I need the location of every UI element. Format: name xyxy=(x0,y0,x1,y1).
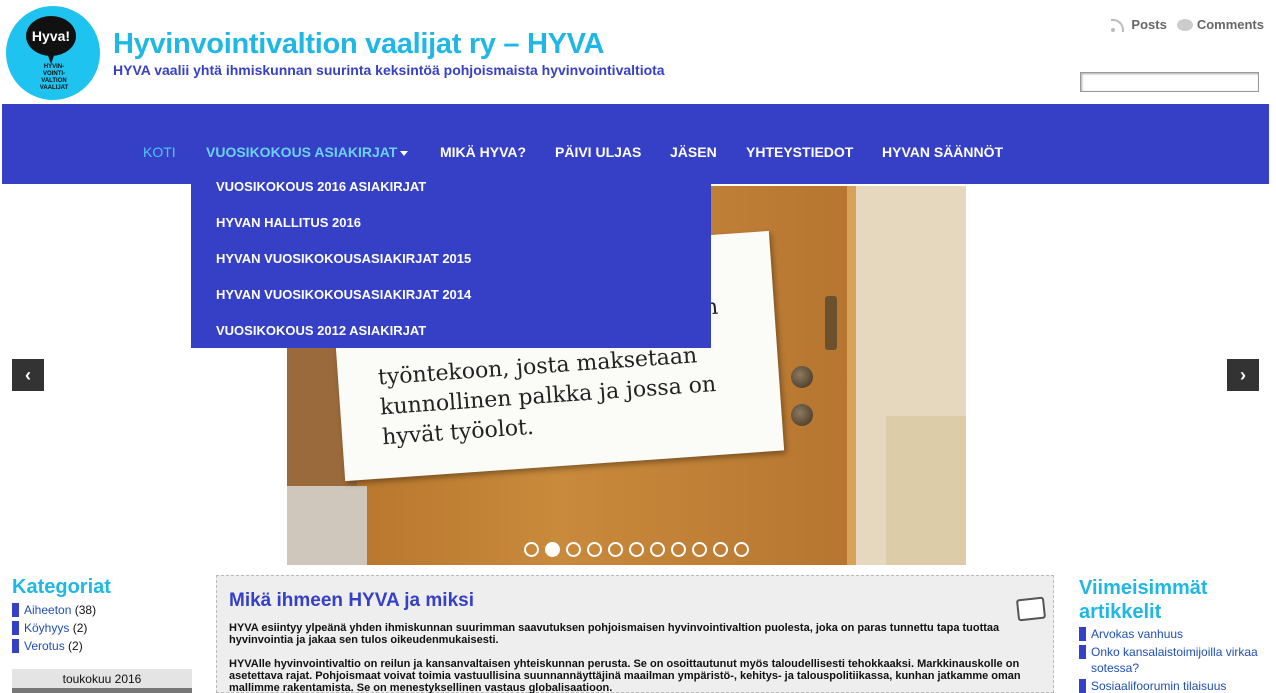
category-link-aiheeton[interactable]: Aiheeton xyxy=(24,601,71,619)
slider-dot[interactable] xyxy=(692,542,707,557)
site-title[interactable]: Hyvinvointivaltion vaalijat ry – HYVA xyxy=(113,28,605,61)
site-description: HYVA vaalii yhtä ihmiskunnan suurinta ke… xyxy=(113,62,665,78)
comment-bubble-icon xyxy=(1176,18,1193,31)
list-bullet xyxy=(1079,627,1086,641)
dropdown-item-vuosikokous-2015[interactable]: HYVAN VUOSIKOKOUSASIAKIRJAT 2015 xyxy=(216,251,471,266)
search-input[interactable] xyxy=(1080,72,1259,92)
wall-shadow xyxy=(886,416,966,565)
category-link-verotus[interactable]: Verotus xyxy=(24,637,65,655)
slider-dot[interactable] xyxy=(650,542,665,557)
door-knob-upper xyxy=(791,366,813,388)
door-hinge xyxy=(825,296,837,350)
slider-dot[interactable] xyxy=(734,542,749,557)
category-item: Köyhyys (2) xyxy=(12,619,192,637)
slider-prev-button[interactable]: ‹ xyxy=(12,359,44,391)
logo-small-text: HYVIN- VOINTI- VALTION VAALIJAT xyxy=(39,64,69,91)
slider-dot[interactable] xyxy=(671,542,686,557)
feed-links: Posts Comments xyxy=(1111,17,1264,32)
comments-feed-link[interactable]: Comments xyxy=(1176,17,1264,32)
nav-item-yhteystiedot[interactable]: YHTEYSTIEDOT xyxy=(746,144,853,160)
recent-post-link[interactable]: Sosiaalifoorumin tilaisuus xyxy=(1091,678,1226,693)
dropdown-item-vuosikokous-2014[interactable]: HYVAN VUOSIKOKOUSASIAKIRJAT 2014 xyxy=(216,287,471,302)
list-item: Onko kansalaistoimijoilla virkaa sotessa… xyxy=(1079,644,1269,676)
nav-item-vuosikokous[interactable]: VUOSIKOKOUS ASIAKIRJAT xyxy=(206,144,409,160)
recent-posts-title: Viimeisimmät artikkelit xyxy=(1079,577,1208,623)
slider-dot[interactable] xyxy=(524,542,539,557)
slider-dot-active[interactable] xyxy=(545,542,560,557)
recent-posts-list: Arvokas vanhuus Onko kansalaistoimijoill… xyxy=(1079,626,1269,693)
list-bullet xyxy=(1079,679,1086,693)
calendar-header-row xyxy=(12,688,192,693)
slider-dot[interactable] xyxy=(566,542,581,557)
site-logo[interactable]: Hyva! HYVIN- VOINTI- VALTION VAALIJAT xyxy=(6,6,100,100)
posts-feed-link[interactable]: Posts xyxy=(1111,17,1167,32)
recent-posts-widget: Viimeisimmät artikkelit Arvokas vanhuus … xyxy=(1079,576,1269,693)
category-list: Aiheeton (38) Köyhyys (2) Verotus (2) xyxy=(12,601,192,655)
list-item: Sosiaalifoorumin tilaisuus xyxy=(1079,678,1269,693)
nav-item-koti[interactable]: KOTI xyxy=(143,144,176,160)
recent-post-link[interactable]: Onko kansalaistoimijoilla virkaa sotessa… xyxy=(1091,644,1269,676)
dropdown-item-vuosikokous-2016[interactable]: VUOSIKOKOUS 2016 ASIAKIRJAT xyxy=(216,179,426,194)
list-item: Arvokas vanhuus xyxy=(1079,626,1269,642)
categories-title: Kategoriat xyxy=(12,576,111,598)
slider-dot[interactable] xyxy=(608,542,623,557)
nav-item-paivi-uljas[interactable]: PÄIVI ULJAS xyxy=(555,144,641,160)
note-icon xyxy=(1015,596,1047,622)
slider-pagination xyxy=(524,542,749,557)
recent-post-link[interactable]: Arvokas vanhuus xyxy=(1091,626,1183,642)
slider-dot[interactable] xyxy=(629,542,644,557)
categories-widget: Kategoriat Aiheeton (38) Köyhyys (2) Ver… xyxy=(12,576,192,655)
dropdown-item-vuosikokous-2012[interactable]: VUOSIKOKOUS 2012 ASIAKIRJAT xyxy=(216,323,426,338)
post-article: Mikä ihmeen HYVA ja miksi HYVA esiintyy … xyxy=(216,575,1054,693)
category-item: Aiheeton (38) xyxy=(12,601,192,619)
category-count: (38) xyxy=(74,603,97,617)
nav-dropdown-menu: VUOSIKOKOUS 2016 ASIAKIRJAT HYVAN HALLIT… xyxy=(191,168,711,348)
slider-dot[interactable] xyxy=(587,542,602,557)
nav-item-mika-hyva[interactable]: MIKÄ HYVA? xyxy=(440,144,526,160)
category-count: (2) xyxy=(72,621,88,635)
category-link-koyhyys[interactable]: Köyhyys xyxy=(24,619,69,637)
category-item: Verotus (2) xyxy=(12,637,192,655)
post-title[interactable]: Mikä ihmeen HYVA ja miksi xyxy=(229,590,474,612)
nav-item-jasen[interactable]: JÄSEN xyxy=(670,144,717,160)
posts-label: Posts xyxy=(1131,17,1167,32)
comments-label: Comments xyxy=(1196,17,1264,32)
list-bullet xyxy=(12,639,19,653)
category-count: (2) xyxy=(68,639,83,653)
rss-icon xyxy=(1111,18,1127,32)
slider-next-button[interactable]: › xyxy=(1227,359,1259,391)
nav-item-vuosikokous-label: VUOSIKOKOUS ASIAKIRJAT xyxy=(206,144,398,160)
paper-text: työntekoon, josta maksetaan kunnollinen … xyxy=(377,337,762,453)
door-knob-lower xyxy=(791,404,813,426)
nav-item-hyvan-saannot[interactable]: HYVAN SÄÄNNÖT xyxy=(882,144,1003,160)
list-bullet xyxy=(12,621,19,635)
post-paragraph: HYVA esiintyy ylpeänä yhden ihmiskunnan … xyxy=(229,622,1000,646)
floor xyxy=(287,486,367,565)
list-bullet xyxy=(12,603,19,617)
list-bullet xyxy=(1079,645,1086,659)
logo-bubble-tail xyxy=(46,50,56,64)
slider-dot[interactable] xyxy=(713,542,728,557)
chevron-down-icon xyxy=(400,150,409,156)
dropdown-item-hallitus-2016[interactable]: HYVAN HALLITUS 2016 xyxy=(216,215,361,230)
post-paragraph: HYVAlle hyvinvointivaltio on reilun ja k… xyxy=(229,658,1021,693)
